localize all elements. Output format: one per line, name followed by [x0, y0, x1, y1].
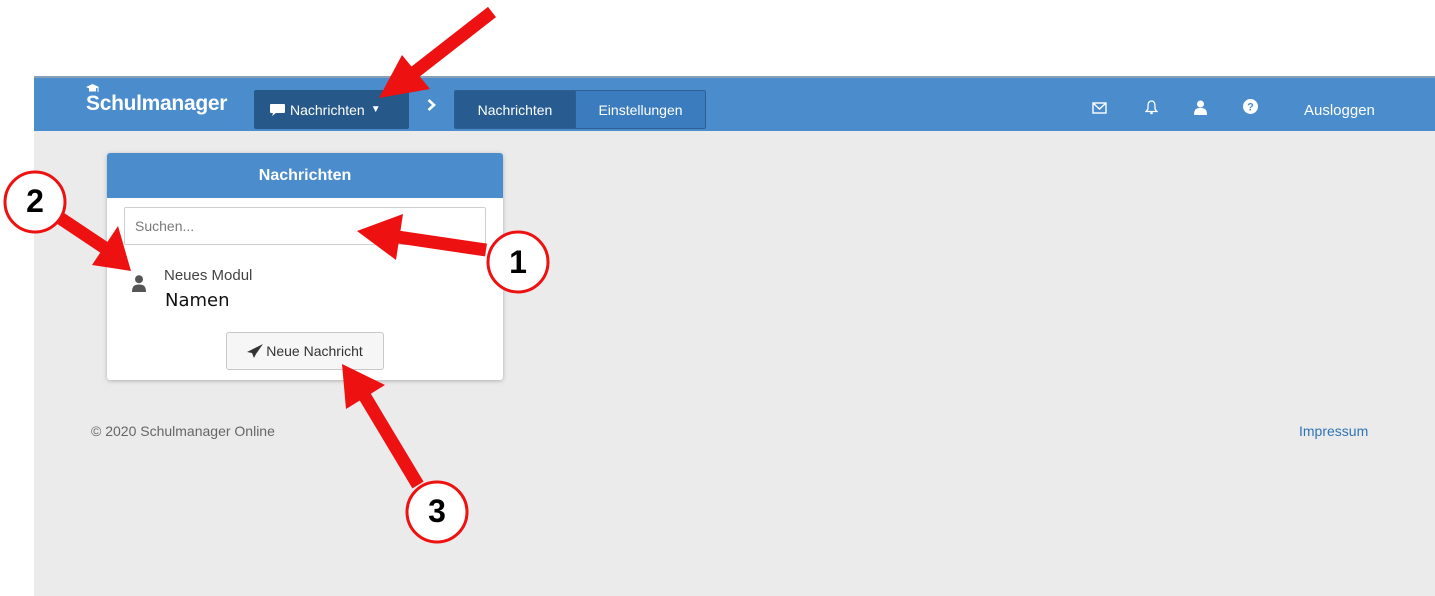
chat-bubble-icon: [270, 103, 285, 116]
top-navbar: Schulmanager Nachrichten ▼ Nachrichten E…: [34, 76, 1435, 131]
item-title: Neues Modul: [164, 267, 253, 284]
impressum-link[interactable]: Impressum: [1299, 423, 1368, 439]
new-message-label: Neue Nachricht: [266, 343, 363, 359]
person-icon: [132, 275, 146, 292]
graduation-cap-icon: [86, 84, 99, 92]
annotation-label-1: 1: [509, 244, 527, 280]
svg-text:?: ?: [1247, 102, 1254, 114]
module-dropdown-label: Nachrichten: [290, 101, 365, 118]
user-icon[interactable]: [1194, 100, 1207, 115]
new-message-button[interactable]: Neue Nachricht: [226, 332, 384, 370]
tab-einstellungen[interactable]: Einstellungen: [575, 91, 705, 128]
envelope-icon[interactable]: [1092, 102, 1107, 114]
annotation-label-3: 3: [428, 493, 446, 529]
search-input[interactable]: [124, 207, 486, 245]
module-dropdown[interactable]: Nachrichten ▼: [254, 90, 409, 129]
messages-panel: Nachrichten Neues Modul Namen Neue Nachr…: [107, 153, 503, 380]
panel-title: Nachrichten: [107, 153, 503, 198]
annotation-label-2: 2: [26, 183, 44, 219]
logout-link[interactable]: Ausloggen: [1304, 102, 1375, 119]
chevron-right-icon: [427, 98, 436, 115]
caret-down-icon: ▼: [370, 104, 381, 115]
paper-plane-icon: [247, 344, 264, 358]
tab-nachrichten[interactable]: Nachrichten: [455, 91, 575, 128]
item-name: Namen: [165, 290, 230, 311]
help-icon[interactable]: ?: [1243, 99, 1258, 114]
tab-group: Nachrichten Einstellungen: [454, 90, 706, 129]
brand-name: Schulmanager: [86, 92, 228, 115]
brand-logo[interactable]: Schulmanager: [86, 84, 228, 116]
copyright-text: © 2020 Schulmanager Online: [91, 423, 275, 439]
app-window: Schulmanager Nachrichten ▼ Nachrichten E…: [34, 76, 1435, 596]
bell-icon[interactable]: [1145, 100, 1158, 115]
